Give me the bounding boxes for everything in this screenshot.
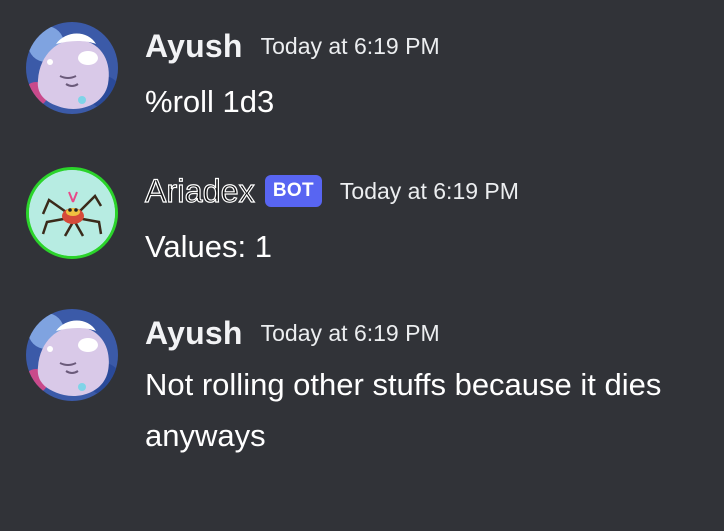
message-header: Ayush Today at 6:19 PM [145, 26, 440, 66]
timestamp: Today at 6:19 PM [339, 177, 519, 204]
message-content: Not rolling other stuffs because it dies… [145, 367, 662, 453]
bot-tag-badge: BOT [264, 175, 322, 207]
bot-avatar[interactable] [26, 167, 118, 259]
user-avatar[interactable] [26, 309, 118, 401]
bot-username[interactable]: Ariadex [144, 172, 255, 210]
chat-message-list: Ayush Today at 6:19 PM %roll 1d3 Ariadex… [0, 0, 724, 531]
username[interactable]: Ayush [145, 315, 243, 352]
message-header: Ariadex BOT Today at 6:19 PM [144, 171, 519, 211]
user-avatar[interactable] [26, 22, 118, 114]
timestamp: Today at 6:19 PM [260, 319, 440, 346]
timestamp: Today at 6:19 PM [260, 32, 440, 59]
username[interactable]: Ayush [145, 28, 243, 65]
message-header: Ayush Today at 6:19 PM [145, 313, 440, 353]
blob-creature-avatar-icon [26, 309, 118, 401]
message-content: %roll 1d3 [145, 84, 275, 119]
spider-avatar-icon [29, 170, 115, 256]
message-content: Values: 1 [145, 229, 272, 264]
blob-creature-avatar-icon [26, 22, 118, 114]
